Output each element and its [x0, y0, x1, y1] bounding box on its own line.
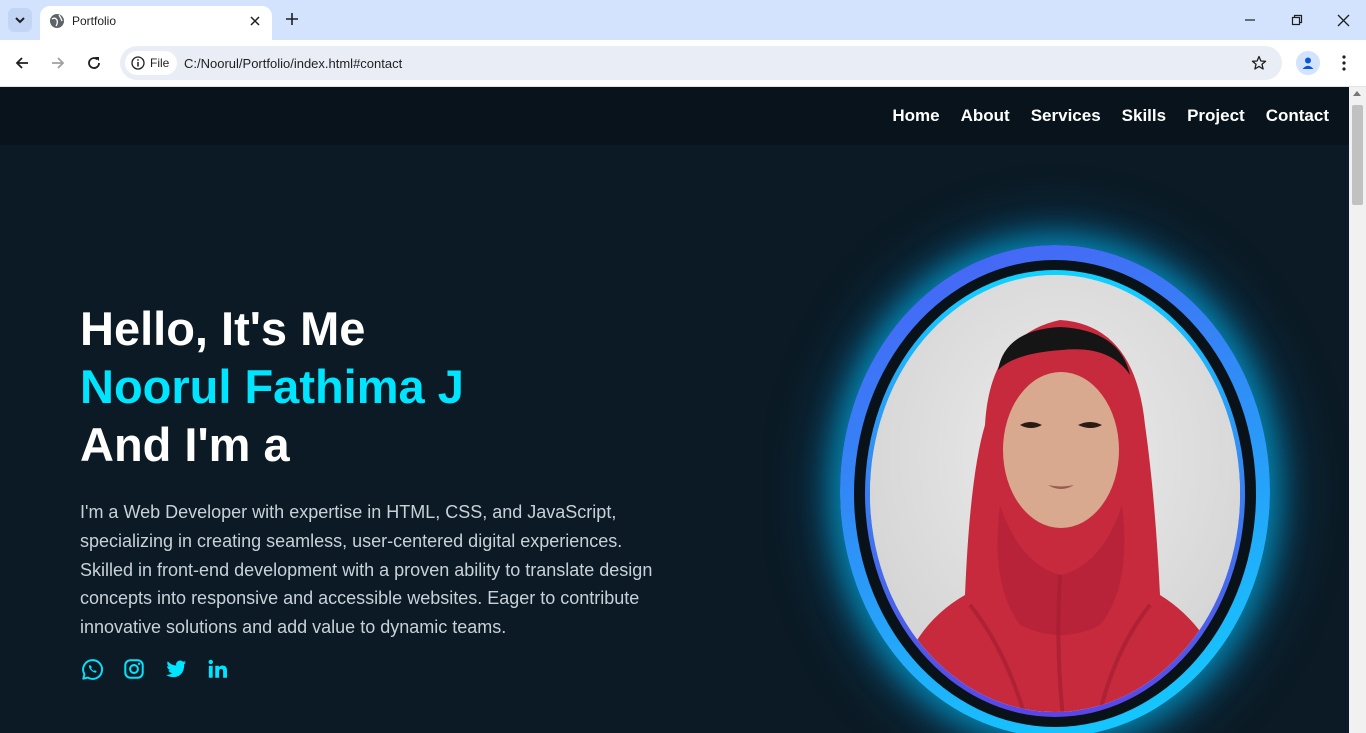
- page-scrollbar[interactable]: [1349, 87, 1366, 733]
- close-window-button[interactable]: [1333, 10, 1353, 30]
- profile-photo: [870, 275, 1240, 712]
- nav-home[interactable]: Home: [892, 106, 939, 126]
- scroll-thumb[interactable]: [1352, 105, 1363, 205]
- reload-button[interactable]: [83, 52, 105, 74]
- close-icon: [1337, 14, 1349, 26]
- nav-skills[interactable]: Skills: [1122, 106, 1166, 126]
- chevron-down-icon: [15, 17, 25, 24]
- site-chip-label: File: [150, 56, 170, 70]
- instagram-link[interactable]: [122, 657, 146, 681]
- whatsapp-icon: [81, 658, 103, 680]
- portrait-image: [870, 275, 1240, 712]
- twitter-link[interactable]: [164, 657, 188, 681]
- site-header: Home About Services Skills Project Conta…: [0, 87, 1349, 145]
- url-text[interactable]: C:/Noorul/Portfolio/index.html#contact: [184, 56, 402, 71]
- back-button[interactable]: [11, 52, 33, 74]
- linkedin-link[interactable]: [206, 657, 230, 681]
- linkedin-icon: [208, 659, 227, 678]
- hero-bio: I'm a Web Developer with expertise in HT…: [80, 502, 653, 638]
- social-links: [80, 657, 230, 681]
- nav-project[interactable]: Project: [1187, 106, 1245, 126]
- hero-name: Noorul Fathima J: [80, 360, 464, 413]
- profile-button[interactable]: [1296, 51, 1320, 75]
- profile-photo-ring: [840, 245, 1270, 733]
- hero-section: Hello, It's Me Noorul Fathima J And I'm …: [80, 300, 680, 642]
- plus-icon: [286, 13, 298, 25]
- bookmark-button[interactable]: [1250, 54, 1268, 72]
- star-icon: [1251, 55, 1267, 70]
- reload-icon: [88, 57, 100, 69]
- nav-services[interactable]: Services: [1031, 106, 1101, 126]
- restore-icon: [1291, 14, 1303, 26]
- page-viewport: Home About Services Skills Project Conta…: [0, 87, 1349, 733]
- info-icon: [131, 56, 145, 70]
- minimize-icon: [1245, 19, 1255, 21]
- scroll-up-icon[interactable]: [1353, 91, 1361, 96]
- person-icon: [1302, 57, 1314, 69]
- browser-tab[interactable]: Portfolio: [40, 6, 272, 40]
- address-bar[interactable]: File C:/Noorul/Portfolio/index.html#cont…: [120, 46, 1282, 80]
- hero-greeting: Hello, It's Me: [80, 302, 366, 355]
- whatsapp-link[interactable]: [80, 657, 104, 681]
- browser-toolbar: File C:/Noorul/Portfolio/index.html#cont…: [0, 40, 1366, 87]
- restore-button[interactable]: [1287, 10, 1307, 30]
- twitter-icon: [165, 660, 187, 678]
- hero-role: And I'm a: [80, 418, 290, 471]
- instagram-icon: [124, 659, 144, 679]
- arrow-left-icon: [15, 57, 28, 69]
- tab-close-button[interactable]: [246, 12, 264, 30]
- more-vert-icon: [1342, 55, 1346, 71]
- new-tab-button[interactable]: [282, 9, 302, 29]
- tab-search-button[interactable]: [8, 8, 32, 32]
- tab-title: Portfolio: [72, 14, 117, 28]
- globe-icon: [50, 14, 64, 28]
- minimize-button[interactable]: [1240, 10, 1260, 30]
- arrow-right-icon: [52, 57, 65, 69]
- browser-tab-strip: Portfolio: [0, 0, 1366, 40]
- forward-button[interactable]: [47, 52, 69, 74]
- browser-menu-button[interactable]: [1335, 52, 1353, 74]
- site-info-chip[interactable]: File: [125, 51, 178, 75]
- nav-contact[interactable]: Contact: [1266, 106, 1329, 126]
- close-icon: [250, 16, 260, 26]
- nav-about[interactable]: About: [961, 106, 1010, 126]
- main-nav: Home About Services Skills Project Conta…: [892, 87, 1329, 145]
